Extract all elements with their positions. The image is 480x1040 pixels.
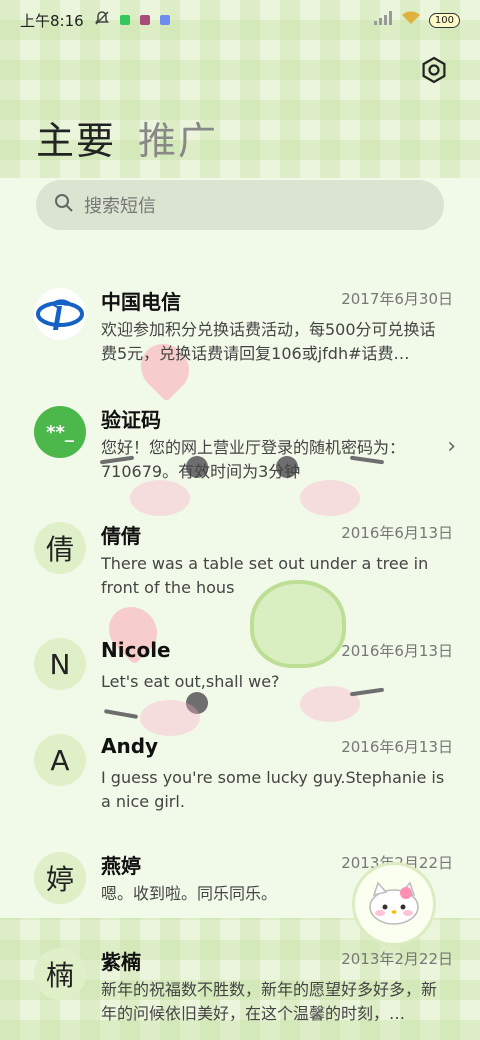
message-preview: 您好！您的网上营业厅登录的随机密码为：710679。有效时间为3分钟	[101, 438, 406, 481]
avatar: 楠	[34, 948, 86, 1000]
message-preview: Let's eat out,shall we?	[101, 672, 280, 691]
conversation-row[interactable]: N Nicole 2016年6月13日 Let's eat out,shall …	[0, 638, 480, 698]
status-time: 上午8:16	[20, 11, 84, 30]
contact-name: 中国电信	[101, 290, 181, 314]
conversation-row[interactable]: 中国电信 2017年6月30日 欢迎参加积分兑换话费活动，每500分可兑换话费5…	[0, 286, 480, 386]
china-telecom-logo-icon	[36, 299, 84, 330]
conversation-row[interactable]: A Andy 2016年6月13日 I guess you're some lu…	[0, 734, 480, 814]
mute-icon	[94, 10, 110, 30]
avatar: **_	[34, 406, 86, 458]
conversation-row[interactable]: 楠 紫楠 2013年2月22日 新年的祝福数不胜数，新年的愿望好多好多，新年的问…	[0, 946, 480, 1026]
contact-name: 倩倩	[101, 524, 141, 548]
status-notification-icons	[94, 10, 170, 30]
tab-bar: 主要 推广	[36, 110, 218, 165]
message-preview: 欢迎参加积分兑换话费活动，每500分可兑换话费5元，兑换话费请回复106或jfd…	[101, 320, 436, 363]
message-date: 2016年6月13日	[341, 642, 453, 660]
app-notification-icon-2	[159, 15, 170, 25]
contact-name: 验证码	[101, 408, 161, 432]
contact-name: 燕婷	[101, 854, 141, 878]
avatar: 婷	[34, 852, 86, 904]
wifi-icon	[401, 11, 421, 29]
message-date: 2017年6月30日	[341, 290, 453, 308]
app-notification-icon	[139, 15, 150, 25]
contact-name: Andy	[101, 734, 159, 758]
search-icon	[54, 193, 74, 217]
status-right-icons: 100	[373, 11, 460, 29]
message-date: 2016年6月13日	[341, 524, 453, 542]
search-placeholder: 搜索短信	[84, 196, 156, 217]
conversation-row[interactable]: 倩 倩倩 2016年6月13日 There was a table set ou…	[0, 520, 480, 600]
chevron-right-icon: ›	[447, 434, 456, 459]
message-date: 2016年6月13日	[341, 738, 453, 756]
tab-primary[interactable]: 主要	[36, 110, 116, 165]
message-date: 2013年2月22日	[341, 950, 453, 968]
avatar	[34, 288, 86, 340]
avatar: N	[34, 638, 86, 690]
status-bar: 上午8:16 100	[0, 0, 480, 40]
message-preview: 新年的祝福数不胜数，新年的愿望好多好多，新年的问候依旧美好，在这个温馨的时刻，…	[101, 980, 438, 1023]
search-bar[interactable]: 搜索短信	[36, 180, 444, 230]
conversation-row[interactable]: **_ 验证码 您好！您的网上营业厅登录的随机密码为：710679。有效时间为3…	[0, 404, 480, 484]
battery-indicator: 100	[428, 12, 460, 28]
contact-name: 紫楠	[101, 950, 141, 974]
tab-promotions[interactable]: 推广	[138, 110, 218, 165]
signal-icon	[373, 11, 393, 29]
settings-icon	[422, 56, 446, 84]
message-preview: There was a table set out under a tree i…	[101, 554, 429, 597]
hello-kitty-compose-icon	[369, 881, 419, 925]
avatar: 倩	[34, 522, 86, 574]
message-preview: I guess you're some lucky guy.Stephanie …	[101, 768, 445, 811]
avatar: A	[34, 734, 86, 786]
contact-name: Nicole	[101, 638, 171, 662]
wechat-icon	[119, 15, 130, 25]
compose-button[interactable]	[352, 862, 436, 946]
settings-button[interactable]	[418, 54, 450, 86]
